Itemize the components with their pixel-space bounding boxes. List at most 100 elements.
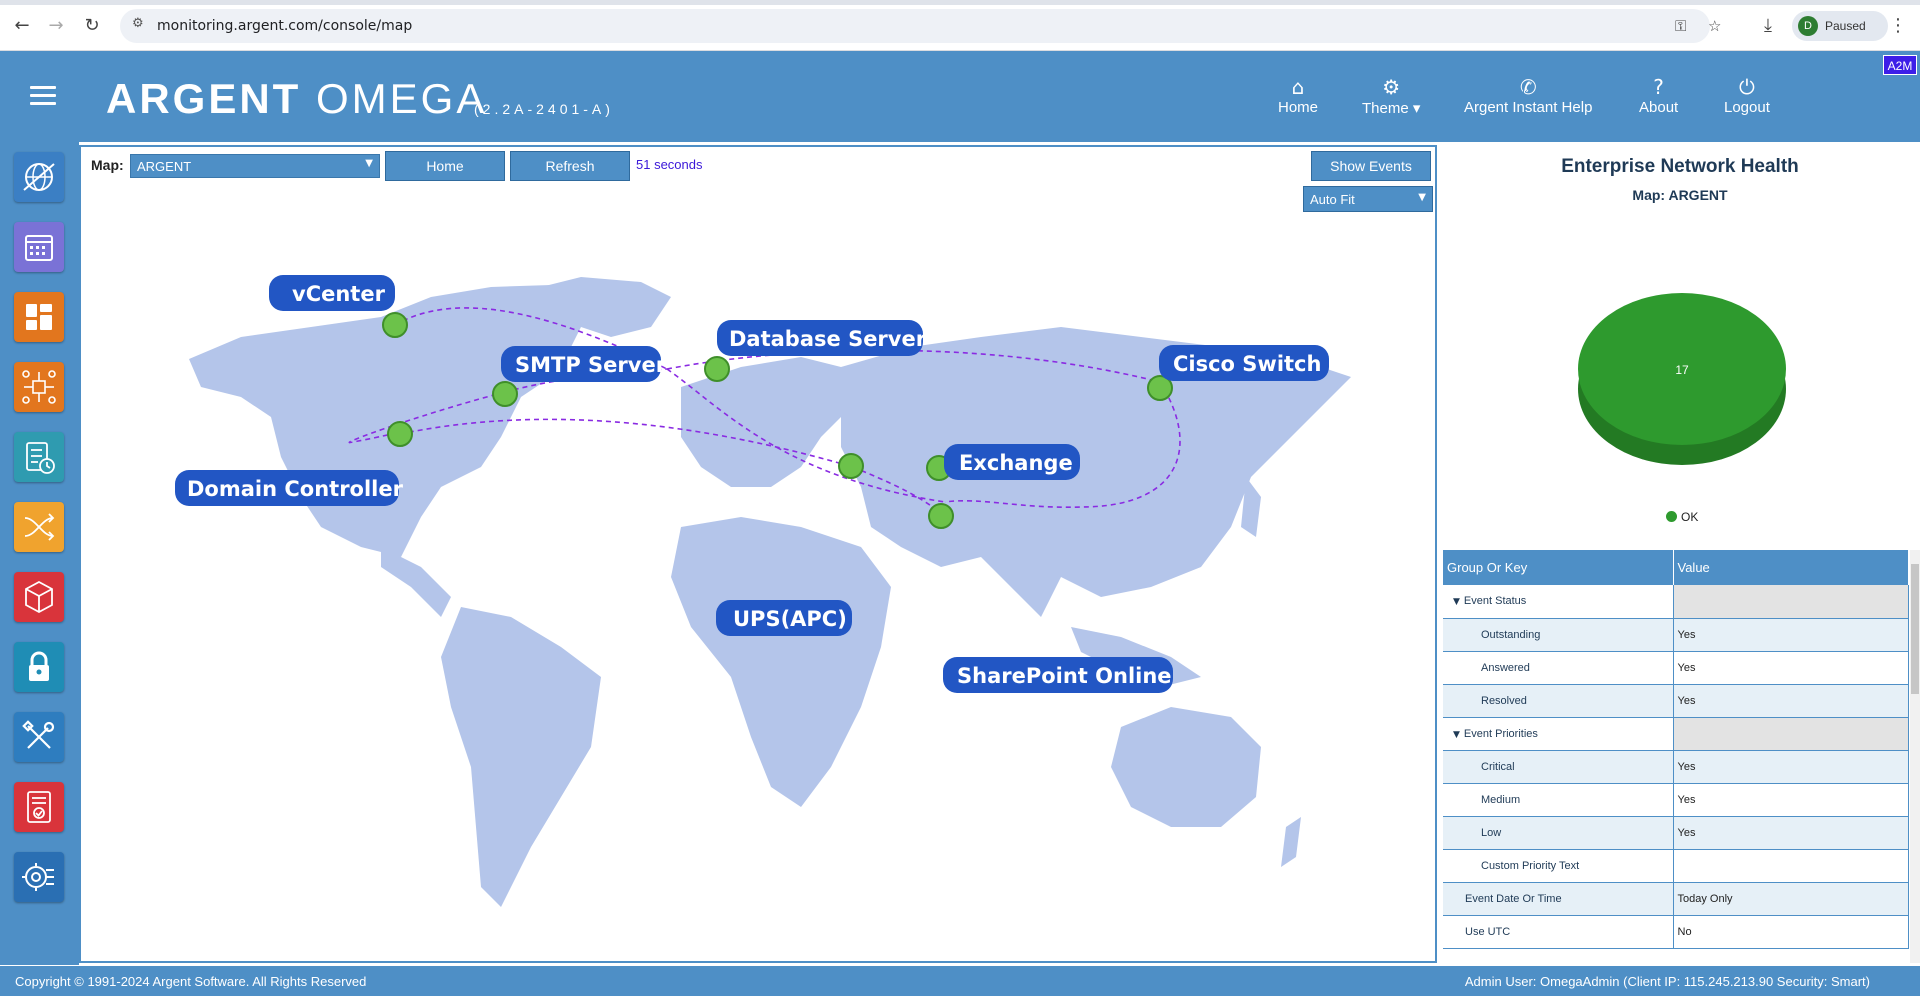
cisco-label[interactable]: Cisco Switch <box>1173 352 1321 376</box>
report-check-icon[interactable] <box>14 782 64 832</box>
table-row[interactable]: Low Yes <box>1443 816 1909 850</box>
database-label[interactable]: Database Server <box>729 327 927 351</box>
africa <box>671 517 891 807</box>
table-row[interactable]: Use UTC No <box>1443 915 1909 949</box>
question-icon: ? <box>1653 75 1664 99</box>
database-node[interactable] <box>704 356 730 382</box>
triangle-down-icon[interactable]: ▼ <box>1453 597 1460 607</box>
app-version: (2.2A-2401-A) <box>474 101 614 117</box>
row-value <box>1673 717 1909 751</box>
site-info-icon[interactable]: ⚙ <box>132 16 144 31</box>
browser-toolbar: ← → ↻ ⚙ monitoring.argent.com/console/ma… <box>0 0 1920 51</box>
address-bar[interactable]: ⚙ monitoring.argent.com/console/map ⚿ ☆ <box>120 9 1721 43</box>
row-key: Low <box>1443 816 1674 850</box>
autofit-select[interactable]: Auto Fit ▼ <box>1303 186 1433 212</box>
hamburger-menu-icon[interactable] <box>30 86 56 106</box>
nav-home[interactable]: ⌂ Home <box>1278 75 1318 116</box>
row-value[interactable]: No <box>1673 915 1909 949</box>
sidebar <box>0 142 79 965</box>
download-icon[interactable]: ⤓ <box>1756 14 1780 38</box>
nav-instant-help[interactable]: ✆ Argent Instant Help <box>1464 75 1592 116</box>
dc-label[interactable]: Domain Controller <box>187 477 404 501</box>
row-value[interactable]: Yes <box>1673 618 1909 652</box>
nav-theme-label: Theme ▾ <box>1362 100 1421 117</box>
avatar: D <box>1798 16 1818 36</box>
dc-node[interactable] <box>387 421 413 447</box>
smtp-node[interactable] <box>492 381 518 407</box>
nav-home-label: Home <box>1278 99 1319 116</box>
map-select[interactable]: ARGENT ▼ <box>130 154 380 178</box>
row-key: Event Status <box>1463 595 1527 608</box>
triangle-down-icon[interactable]: ▼ <box>1453 730 1460 740</box>
app-header: ARGENT OMEGA (2.2A-2401-A) ⌂ Home ⚙ Them… <box>0 51 1920 142</box>
network-nodes-icon[interactable] <box>14 362 64 412</box>
cube-icon[interactable] <box>14 572 64 622</box>
tools-icon[interactable] <box>14 712 64 762</box>
pie-legend[interactable]: OK <box>1666 510 1698 524</box>
checklist-clock-icon[interactable] <box>14 432 64 482</box>
row-value[interactable]: Yes <box>1673 816 1909 850</box>
reload-icon[interactable]: ↻ <box>80 14 104 38</box>
forward-icon[interactable]: → <box>44 14 68 38</box>
back-icon[interactable]: ← <box>10 14 34 38</box>
nav-logout[interactable]: ⏻ Logout <box>1724 75 1770 116</box>
table-row[interactable]: Event Date Or Time Today Only <box>1443 882 1909 916</box>
row-value[interactable] <box>1673 849 1909 883</box>
refresh-button[interactable]: Refresh <box>510 151 630 181</box>
phone-icon: ✆ <box>1519 75 1537 99</box>
table-row[interactable]: Custom Priority Text <box>1443 849 1909 883</box>
table-row[interactable]: Medium Yes <box>1443 783 1909 817</box>
home-button[interactable]: Home <box>385 151 505 181</box>
a2m-badge[interactable]: A2M <box>1883 55 1917 75</box>
calendar-icon[interactable] <box>14 222 64 272</box>
ups-node[interactable] <box>838 453 864 479</box>
gear-circuit-icon[interactable] <box>14 852 64 902</box>
ups-label[interactable]: UPS(APC) <box>733 607 847 631</box>
legend-ok-label: OK <box>1681 510 1699 524</box>
nav-logout-label: Logout <box>1724 99 1770 116</box>
sharepoint-label[interactable]: SharePoint Online <box>957 664 1172 688</box>
table-row[interactable]: ▼ Event Status <box>1443 585 1909 619</box>
table-row[interactable]: Answered Yes <box>1443 651 1909 685</box>
sharepoint-node[interactable] <box>928 503 954 529</box>
key-icon[interactable]: ⚿ <box>1675 17 1686 35</box>
nav-theme[interactable]: ⚙ Theme ▾ <box>1362 75 1420 117</box>
row-key: Event Priorities <box>1463 727 1538 740</box>
row-value[interactable]: Today Only <box>1673 882 1909 916</box>
row-key: Outstanding <box>1443 618 1674 652</box>
table-row[interactable]: Outstanding Yes <box>1443 618 1909 652</box>
vcenter-label[interactable]: vCenter <box>292 282 386 306</box>
globe-network-icon[interactable] <box>14 152 64 202</box>
health-panel: Enterprise Network Health Map: ARGENT 17… <box>1440 145 1920 963</box>
vcenter-node[interactable] <box>382 312 408 338</box>
profile-button[interactable]: D Paused <box>1792 11 1888 41</box>
row-value[interactable]: Yes <box>1673 783 1909 817</box>
chevron-down-icon: ▼ <box>1418 192 1426 203</box>
nav-about[interactable]: ? About <box>1639 75 1678 116</box>
row-key: Medium <box>1443 783 1674 817</box>
browser-menu-icon[interactable]: ⋮ <box>1886 14 1910 38</box>
show-events-button[interactable]: Show Events <box>1311 151 1431 181</box>
bookmark-star-icon[interactable]: ☆ <box>1708 17 1721 35</box>
table-row[interactable]: ▼ Event Priorities <box>1443 717 1909 751</box>
row-value[interactable]: Yes <box>1673 750 1909 784</box>
table-row[interactable]: Resolved Yes <box>1443 684 1909 718</box>
dashboard-tiles-icon[interactable] <box>14 292 64 342</box>
gear-icon: ⚙ <box>1382 75 1401 99</box>
map-select-value: ARGENT <box>137 159 192 174</box>
smtp-label[interactable]: SMTP Server <box>515 353 667 377</box>
lock-icon[interactable] <box>14 642 64 692</box>
health-title: Enterprise Network Health <box>1561 156 1799 177</box>
table-scrollbar[interactable] <box>1910 550 1920 963</box>
row-key: Use UTC <box>1443 915 1674 949</box>
world-map: vCenter SMTP Server Database Server Cisc… <box>175 275 1351 907</box>
table-row[interactable]: Critical Yes <box>1443 750 1909 784</box>
scroll-thumb[interactable] <box>1911 564 1919 694</box>
row-value[interactable]: Yes <box>1673 651 1909 685</box>
row-value[interactable]: Yes <box>1673 684 1909 718</box>
exchange-label[interactable]: Exchange <box>959 451 1073 475</box>
row-value <box>1673 585 1909 619</box>
url-text[interactable]: monitoring.argent.com/console/map <box>157 18 412 34</box>
row-key: Resolved <box>1443 684 1674 718</box>
switch-arrows-icon[interactable] <box>14 502 64 552</box>
